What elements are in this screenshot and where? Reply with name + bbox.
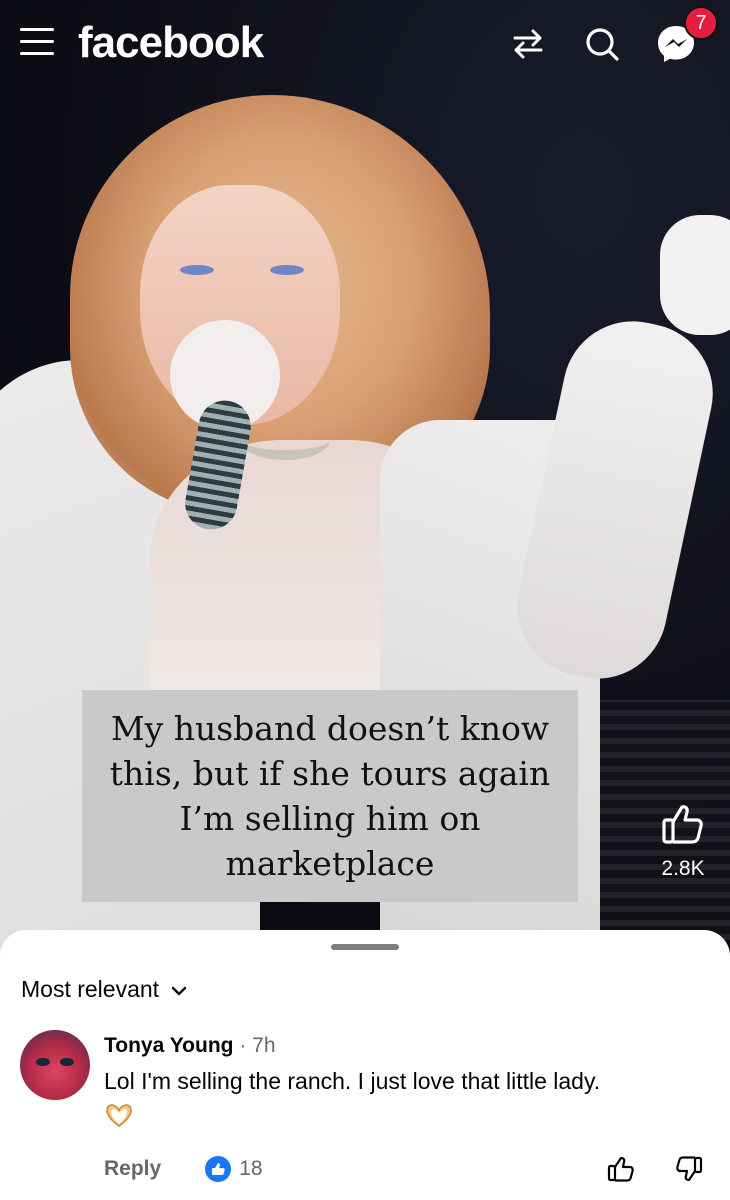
- like-reaction-icon[interactable]: [205, 1156, 232, 1182]
- heart-hands-icon: [104, 1102, 134, 1133]
- avatar[interactable]: [20, 1030, 90, 1100]
- chevron-down-icon: [171, 976, 187, 1003]
- top-bar: facebook 7: [0, 0, 730, 92]
- comment-sort-label: Most relevant: [21, 976, 160, 1002]
- facebook-logo[interactable]: facebook: [78, 18, 264, 68]
- performer-fist: [660, 215, 730, 335]
- comment-author[interactable]: Tonya Young: [104, 1034, 234, 1057]
- comment-actions: Reply 18: [104, 1156, 263, 1182]
- performer-eye-left: [180, 265, 214, 275]
- video-like-count: 2.8K: [661, 857, 705, 880]
- comments-sheet: Most relevant Tonya Young · 7h Lol I'm s…: [0, 930, 730, 1200]
- comment-dislike-icon[interactable]: [672, 1152, 706, 1186]
- reaction-count[interactable]: 18: [239, 1157, 262, 1181]
- search-icon[interactable]: [580, 22, 624, 66]
- performer-necklace: [240, 420, 330, 460]
- video-like-control[interactable]: 2.8K: [648, 800, 718, 881]
- comment-timestamp: 7h: [252, 1034, 276, 1057]
- reply-button[interactable]: Reply: [104, 1157, 161, 1181]
- comment-text: Lol I'm selling the ranch. I just love t…: [104, 1068, 601, 1094]
- comment-sort-dropdown[interactable]: Most relevant: [21, 976, 187, 1003]
- performer-raised-arm: [504, 308, 726, 692]
- sheet-grab-handle[interactable]: [331, 944, 399, 950]
- performer-eye-right: [270, 265, 304, 275]
- comment-meta: Tonya Young · 7h: [104, 1034, 276, 1058]
- notification-badge[interactable]: 7: [684, 6, 718, 40]
- avatar-eye-left: [36, 1058, 50, 1066]
- comment-like-icon[interactable]: [604, 1152, 638, 1186]
- comment-separator: ·: [239, 1034, 253, 1057]
- video-caption-box: My husband doesn’t know this, but if she…: [82, 690, 578, 902]
- avatar-eye-right: [60, 1058, 74, 1066]
- hamburger-menu-icon[interactable]: [20, 28, 54, 62]
- swap-arrows-icon[interactable]: [506, 22, 550, 66]
- video-caption-text: My husband doesn’t know this, but if she…: [109, 709, 551, 883]
- thumbs-up-icon[interactable]: [648, 800, 718, 853]
